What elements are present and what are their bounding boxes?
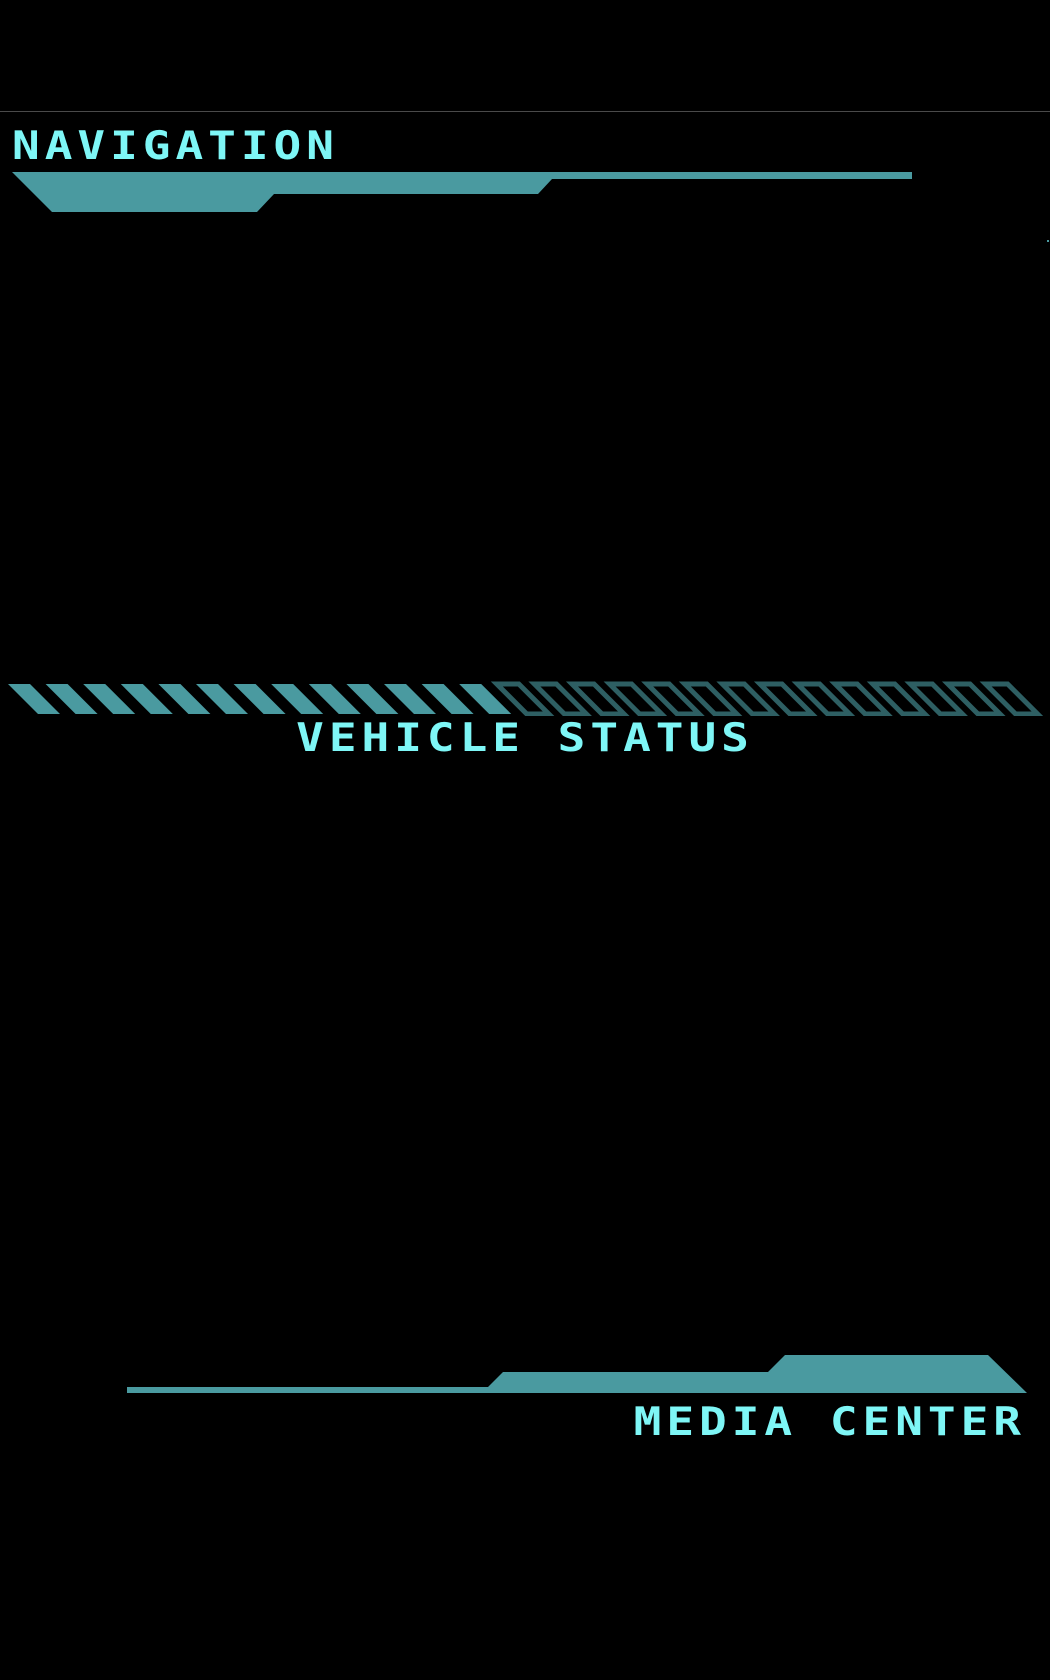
top-divider-line: [0, 111, 1050, 112]
navigation-divider-shape: [12, 172, 912, 212]
vehicle-status-progress-stripes: [8, 681, 1044, 716]
media-divider-shape: [127, 1355, 1027, 1393]
vehicle-status-section-title: VEHICLE STATUS: [296, 714, 754, 761]
edge-marker: [1047, 240, 1049, 242]
media-center-header-divider: [127, 1355, 1027, 1393]
media-center-section-title: MEDIA CENTER: [633, 1398, 1026, 1445]
navigation-header-divider: [12, 172, 912, 212]
